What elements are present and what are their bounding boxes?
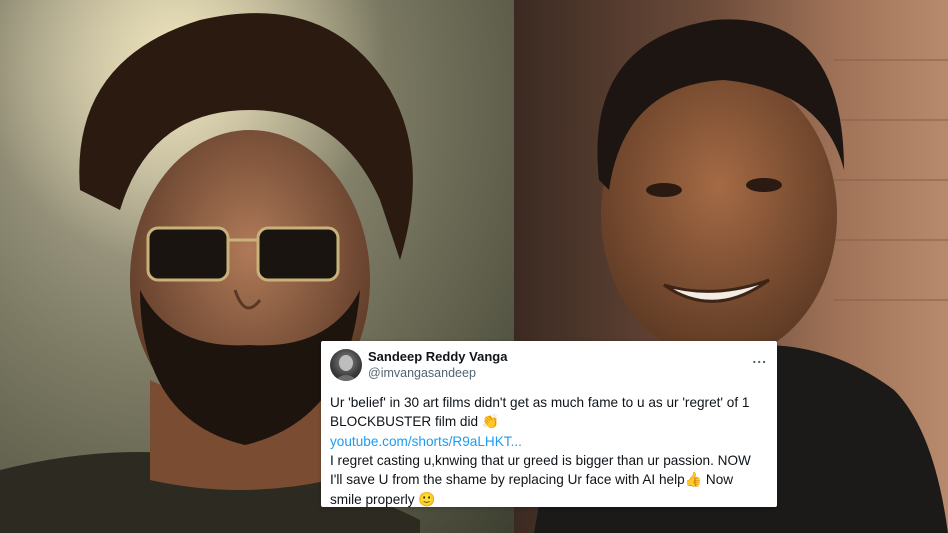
tweet-paragraph-2: I regret casting u,knwing that ur greed … — [330, 451, 767, 510]
author-display-name[interactable]: Sandeep Reddy Vanga — [368, 349, 507, 365]
author-names: Sandeep Reddy Vanga @imvangasandeep — [368, 349, 507, 381]
thumbs-up-emoji-icon: 👍 — [684, 472, 703, 488]
avatar[interactable] — [330, 349, 362, 381]
tweet-text: Ur 'belief' in 30 art films didn't get a… — [330, 393, 767, 510]
clap-emoji-icon: 👏 — [481, 414, 500, 430]
tweet-paragraph-1: Ur 'belief' in 30 art films didn't get a… — [330, 393, 767, 432]
more-options-icon[interactable]: ... — [752, 349, 767, 365]
youtube-link[interactable]: youtube.com/shorts/R9aLHKT... — [330, 434, 522, 449]
avatar-image — [334, 355, 358, 381]
tweet-line-1: Ur 'belief' in 30 art films didn't get a… — [330, 395, 750, 429]
tweet-card[interactable]: Sandeep Reddy Vanga @imvangasandeep ... … — [321, 341, 777, 510]
tweet-paragraph-link: youtube.com/shorts/R9aLHKT... — [330, 432, 767, 451]
author-handle[interactable]: @imvangasandeep — [368, 365, 507, 381]
smile-emoji-icon: 🙂 — [418, 492, 436, 508]
tweet-header: Sandeep Reddy Vanga @imvangasandeep ... — [330, 349, 767, 393]
